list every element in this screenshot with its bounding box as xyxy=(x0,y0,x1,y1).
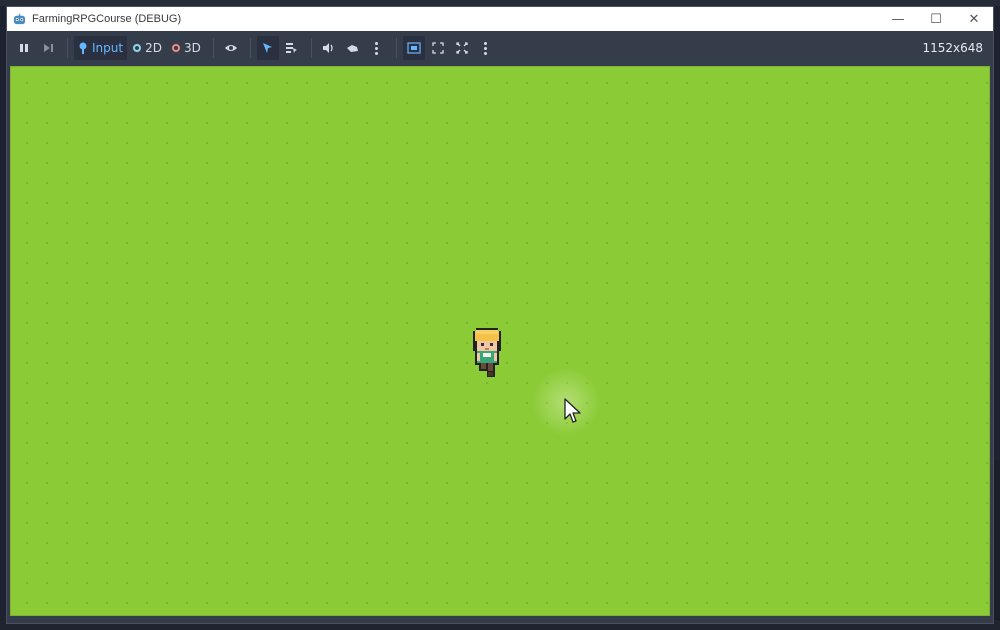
next-frame-button[interactable] xyxy=(37,36,59,60)
list-select-button[interactable] xyxy=(281,36,303,60)
embed-icon xyxy=(407,42,421,54)
kebab-icon xyxy=(484,41,488,55)
camera-override-button[interactable] xyxy=(342,36,364,60)
embed-game-button[interactable] xyxy=(402,36,425,60)
toolbar-separator xyxy=(67,38,68,58)
fullscreen-button[interactable] xyxy=(451,36,473,60)
toolbar-separator xyxy=(395,38,397,58)
window-title: FarmingRPGCourse (DEBUG) xyxy=(32,13,182,25)
godot-icon xyxy=(13,13,26,24)
camera-icon xyxy=(347,44,359,52)
game-toolbar: Input 2D 3D 1152x648 xyxy=(7,31,993,65)
player-character xyxy=(473,328,501,377)
pointer-icon xyxy=(263,43,273,53)
maximize-button[interactable]: ☐ xyxy=(917,7,955,31)
stretch-button[interactable] xyxy=(427,36,449,60)
fullscreen-icon xyxy=(456,42,468,54)
expand-corners-icon xyxy=(432,42,444,54)
step-forward-icon xyxy=(43,44,53,52)
eye-icon xyxy=(224,45,237,51)
select-tool-button[interactable] xyxy=(256,36,279,60)
mute-button[interactable] xyxy=(318,36,340,60)
resolution-readout: 1152x648 xyxy=(922,41,983,55)
kebab-icon xyxy=(375,41,379,55)
speaker-icon xyxy=(323,43,333,53)
toolbar-separator xyxy=(212,38,214,58)
minimize-button[interactable]: — xyxy=(879,7,917,31)
pause-icon xyxy=(20,44,28,52)
mode-3d-label: 3D xyxy=(183,41,201,55)
mouse-cursor xyxy=(564,398,581,423)
mode-2d-label: 2D xyxy=(145,41,162,55)
mode-2d-button[interactable]: 2D xyxy=(129,36,166,60)
embed-options-button[interactable] xyxy=(475,36,497,60)
mode-3d-button[interactable]: 3D xyxy=(168,36,205,60)
list-select-icon xyxy=(286,43,298,53)
game-viewport[interactable] xyxy=(10,66,990,616)
title-bar[interactable]: FarmingRPGCourse (DEBUG) — ☐ ✕ xyxy=(7,7,993,31)
game-debug-window: FarmingRPGCourse (DEBUG) — ☐ ✕ Input 2D … xyxy=(6,6,994,624)
2d-mode-icon xyxy=(133,44,142,52)
close-button[interactable]: ✕ xyxy=(955,7,993,31)
input-toggle-button[interactable]: Input xyxy=(74,36,128,60)
pause-button[interactable] xyxy=(13,36,35,60)
toolbar-separator xyxy=(310,38,312,58)
visibility-button[interactable] xyxy=(220,36,242,60)
toolbar-separator xyxy=(249,38,251,58)
3d-mode-icon xyxy=(171,44,180,52)
more-options-button[interactable] xyxy=(366,36,388,60)
input-label: Input xyxy=(92,41,124,55)
joystick-icon xyxy=(79,42,87,54)
